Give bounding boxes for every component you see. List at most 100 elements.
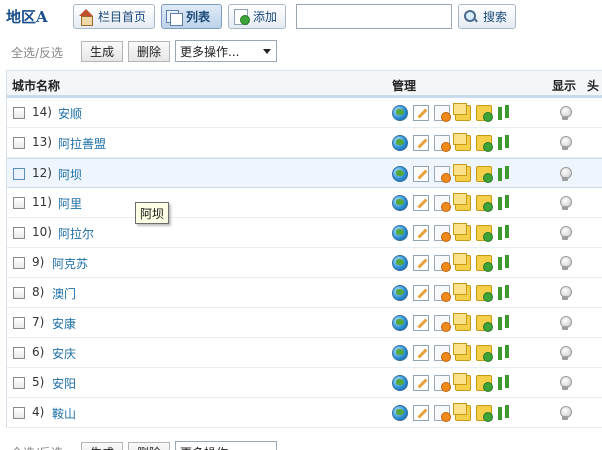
globe-icon[interactable] bbox=[392, 315, 408, 331]
bottom-generate-button[interactable]: 生成 bbox=[81, 442, 124, 450]
page-delete-icon[interactable] bbox=[434, 166, 451, 183]
row-checkbox[interactable] bbox=[13, 257, 25, 269]
city-name-link[interactable]: 安顺 bbox=[58, 105, 82, 122]
globe-icon[interactable] bbox=[392, 345, 408, 361]
edit-icon[interactable] bbox=[413, 345, 429, 361]
display-toggle[interactable] bbox=[558, 106, 572, 121]
folders-icon[interactable] bbox=[453, 283, 471, 301]
table-row[interactable]: 14) 安顺 bbox=[7, 98, 602, 128]
select-all-toggle-link[interactable]: 全选/反选 bbox=[11, 44, 63, 61]
row-checkbox[interactable] bbox=[13, 227, 25, 239]
city-name-link[interactable]: 阿里 bbox=[58, 195, 82, 212]
display-toggle[interactable] bbox=[558, 256, 572, 271]
sort-arrows-icon[interactable] bbox=[497, 195, 513, 211]
page-delete-icon[interactable] bbox=[434, 345, 451, 362]
add-folder-icon[interactable] bbox=[476, 285, 493, 302]
folders-icon[interactable] bbox=[453, 403, 471, 421]
add-folder-icon[interactable] bbox=[476, 405, 493, 422]
page-delete-icon[interactable] bbox=[434, 225, 451, 242]
city-name-link[interactable]: 安阳 bbox=[52, 375, 76, 392]
search-input[interactable] bbox=[296, 4, 452, 29]
globe-icon[interactable] bbox=[392, 405, 408, 421]
table-row[interactable]: 12) 阿坝 bbox=[7, 158, 602, 188]
table-row[interactable]: 6) 安庆 bbox=[7, 338, 602, 368]
bottom-more-actions-select[interactable]: 更多操作... bbox=[175, 441, 277, 450]
folders-icon[interactable] bbox=[453, 253, 471, 271]
edit-icon[interactable] bbox=[413, 255, 429, 271]
sort-arrows-icon[interactable] bbox=[497, 315, 513, 331]
edit-icon[interactable] bbox=[413, 166, 429, 182]
add-folder-icon[interactable] bbox=[476, 195, 493, 212]
display-toggle[interactable] bbox=[558, 286, 572, 301]
display-toggle[interactable] bbox=[558, 167, 572, 182]
folders-icon[interactable] bbox=[453, 373, 471, 391]
display-toggle[interactable] bbox=[558, 376, 572, 391]
display-toggle[interactable] bbox=[558, 136, 572, 151]
display-toggle[interactable] bbox=[558, 226, 572, 241]
display-toggle[interactable] bbox=[558, 346, 572, 361]
city-name-link[interactable]: 阿拉尔 bbox=[58, 225, 94, 242]
row-checkbox[interactable] bbox=[13, 137, 25, 149]
city-name-link[interactable]: 鞍山 bbox=[52, 405, 76, 422]
add-folder-icon[interactable] bbox=[476, 225, 493, 242]
display-toggle[interactable] bbox=[558, 406, 572, 421]
list-button[interactable]: 列表 bbox=[161, 4, 222, 29]
delete-button[interactable]: 删除 bbox=[128, 41, 171, 62]
sort-arrows-icon[interactable] bbox=[497, 285, 513, 301]
edit-icon[interactable] bbox=[413, 225, 429, 241]
folders-icon[interactable] bbox=[453, 313, 471, 331]
row-checkbox[interactable] bbox=[13, 347, 25, 359]
sort-arrows-icon[interactable] bbox=[497, 135, 513, 151]
add-folder-icon[interactable] bbox=[476, 345, 493, 362]
add-folder-icon[interactable] bbox=[476, 105, 493, 122]
folders-icon[interactable] bbox=[453, 103, 471, 121]
table-row[interactable]: 7) 安康 bbox=[7, 308, 602, 338]
table-row[interactable]: 4) 鞍山 bbox=[7, 398, 602, 428]
row-checkbox[interactable] bbox=[13, 407, 25, 419]
city-name-link[interactable]: 阿拉善盟 bbox=[58, 135, 106, 152]
page-delete-icon[interactable] bbox=[434, 255, 451, 272]
search-button[interactable]: 搜索 bbox=[458, 4, 516, 29]
table-row[interactable]: 10) 阿拉尔 bbox=[7, 218, 602, 248]
edit-icon[interactable] bbox=[413, 315, 429, 331]
page-delete-icon[interactable] bbox=[434, 135, 451, 152]
globe-icon[interactable] bbox=[392, 375, 408, 391]
row-checkbox[interactable] bbox=[13, 107, 25, 119]
globe-icon[interactable] bbox=[392, 135, 408, 151]
folders-icon[interactable] bbox=[453, 223, 471, 241]
edit-icon[interactable] bbox=[413, 105, 429, 121]
add-folder-icon[interactable] bbox=[476, 166, 493, 183]
page-delete-icon[interactable] bbox=[434, 375, 451, 392]
add-folder-icon[interactable] bbox=[476, 255, 493, 272]
edit-icon[interactable] bbox=[413, 375, 429, 391]
display-toggle[interactable] bbox=[558, 196, 572, 211]
row-checkbox[interactable] bbox=[13, 287, 25, 299]
column-home-button[interactable]: 栏目首页 bbox=[73, 4, 155, 29]
display-toggle[interactable] bbox=[558, 316, 572, 331]
sort-arrows-icon[interactable] bbox=[497, 345, 513, 361]
globe-icon[interactable] bbox=[392, 225, 408, 241]
folders-icon[interactable] bbox=[453, 193, 471, 211]
page-delete-icon[interactable] bbox=[434, 285, 451, 302]
sort-arrows-icon[interactable] bbox=[497, 375, 513, 391]
table-row[interactable]: 8) 澳门 bbox=[7, 278, 602, 308]
bottom-delete-button[interactable]: 删除 bbox=[128, 442, 171, 450]
table-row[interactable]: 5) 安阳 bbox=[7, 368, 602, 398]
sort-arrows-icon[interactable] bbox=[497, 405, 513, 421]
folders-icon[interactable] bbox=[453, 133, 471, 151]
globe-icon[interactable] bbox=[392, 166, 408, 182]
edit-icon[interactable] bbox=[413, 285, 429, 301]
row-checkbox[interactable] bbox=[13, 168, 25, 180]
page-delete-icon[interactable] bbox=[434, 405, 451, 422]
add-folder-icon[interactable] bbox=[476, 315, 493, 332]
sort-arrows-icon[interactable] bbox=[497, 166, 513, 182]
city-name-link[interactable]: 阿克苏 bbox=[52, 255, 88, 272]
add-button[interactable]: 添加 bbox=[228, 4, 286, 29]
city-name-link[interactable]: 安康 bbox=[52, 315, 76, 332]
city-name-link[interactable]: 安庆 bbox=[52, 345, 76, 362]
sort-arrows-icon[interactable] bbox=[497, 255, 513, 271]
globe-icon[interactable] bbox=[392, 255, 408, 271]
add-folder-icon[interactable] bbox=[476, 375, 493, 392]
sort-arrows-icon[interactable] bbox=[497, 225, 513, 241]
generate-button[interactable]: 生成 bbox=[81, 41, 124, 62]
